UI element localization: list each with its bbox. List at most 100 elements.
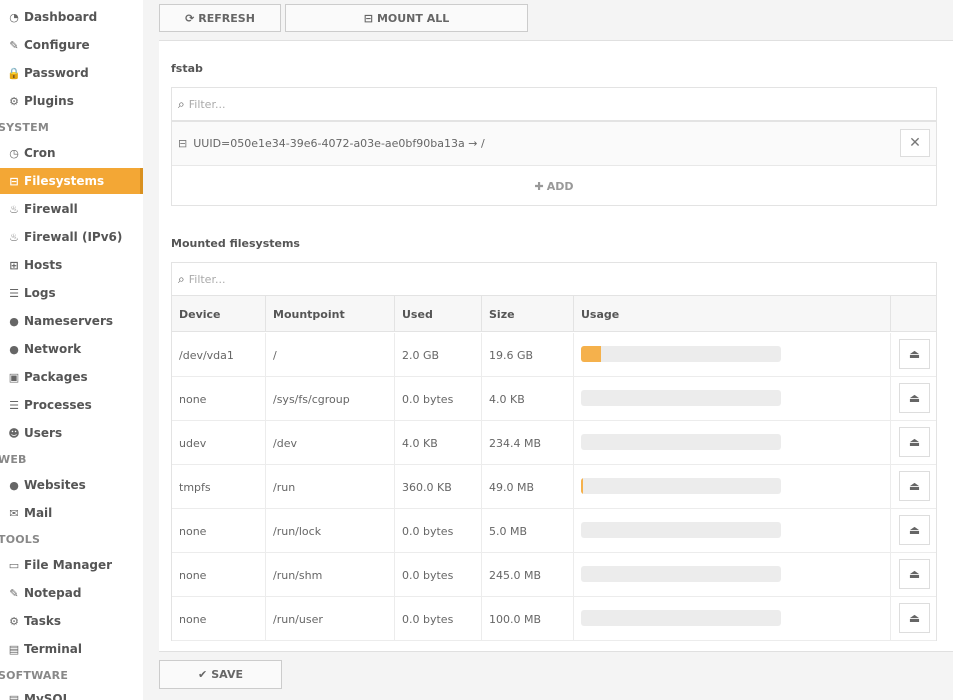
save-button[interactable]: ✔ SAVE	[159, 660, 282, 689]
sidebar-item-hosts[interactable]: ⊞ Hosts	[0, 252, 143, 278]
sidebar-item-mail[interactable]: ✉ Mail	[0, 500, 143, 526]
sidebar-item-label: Notepad	[24, 586, 82, 600]
fstab-filter[interactable]: ⌕	[171, 87, 937, 121]
check-icon: ✔	[198, 668, 208, 681]
sidebar-item-label: Firewall (IPv6)	[24, 230, 123, 244]
table-row: /dev/vda1/2.0 GB 19.6 GB ⏏	[172, 333, 936, 377]
sidebar-item-label: MySQL	[24, 692, 71, 700]
database-icon: ▤	[8, 692, 20, 700]
usage-bar	[581, 390, 781, 406]
fire-icon: ♨	[9, 202, 19, 216]
cell-used: 0.0 bytes	[395, 509, 482, 553]
sidebar-item-label: Filesystems	[24, 174, 105, 188]
envelope-icon: ✉	[9, 506, 19, 520]
mounted-filter[interactable]: ⌕	[171, 262, 937, 296]
sidebar-item-filesystems[interactable]: ⊟ Filesystems	[0, 168, 143, 194]
list-icon: ☰	[9, 398, 19, 412]
unmount-button[interactable]: ⏏	[899, 427, 930, 457]
usage-bar	[581, 434, 781, 450]
column-header-usage[interactable]: Usage	[574, 296, 891, 332]
sidebar-item-tasks[interactable]: ⚙ Tasks	[0, 608, 143, 634]
eject-icon: ⏏	[908, 479, 921, 493]
sidebar-item-dashboard[interactable]: ◔ Dashboard	[0, 4, 143, 30]
sidebar-item-logs[interactable]: ☰ Logs	[0, 280, 143, 306]
close-icon: ✕	[909, 135, 921, 151]
cell-size: 234.4 MB	[482, 421, 574, 465]
terminal-icon: ▤	[8, 642, 20, 656]
sidebar-item-firewall-ipv6[interactable]: ♨ Firewall (IPv6)	[0, 224, 143, 250]
sidebar-item-terminal[interactable]: ▤ Terminal	[0, 636, 143, 662]
remove-entry-button[interactable]: ✕	[900, 129, 930, 157]
usage-bar	[581, 346, 781, 362]
mounted-filter-input[interactable]	[188, 272, 889, 286]
save-label: SAVE	[211, 668, 243, 681]
unmount-button[interactable]: ⏏	[899, 559, 930, 589]
cell-mountpoint: /sys/fs/cgroup	[266, 377, 395, 421]
table-row: none/run/user 0.0 bytes 100.0 MB ⏏	[172, 597, 936, 641]
sitemap-icon: ⊞	[9, 258, 19, 272]
column-header-mountpoint[interactable]: Mountpoint	[266, 296, 395, 332]
eject-icon: ⏏	[908, 435, 921, 449]
unmount-button[interactable]: ⏏	[899, 383, 930, 413]
column-header-device[interactable]: Device	[172, 296, 266, 332]
sidebar-item-label: Network	[24, 342, 82, 356]
column-header-actions	[891, 296, 936, 332]
sidebar-item-processes[interactable]: ☰ Processes	[0, 392, 143, 418]
sidebar-item-file-manager[interactable]: ▭ File Manager	[0, 552, 143, 578]
mounted-table: Device Mountpoint Used Size Usage /dev/vda1/…	[171, 295, 937, 641]
cell-used: 0.0 bytes	[395, 377, 482, 421]
gears-icon: ⚙	[9, 94, 19, 108]
sidebar-item-label: Hosts	[24, 258, 63, 272]
unmount-button[interactable]: ⏏	[899, 603, 930, 633]
sidebar-item-notepad[interactable]: ✎ Notepad	[0, 580, 143, 606]
usage-bar-fill	[581, 478, 583, 494]
sidebar-item-cron[interactable]: ◷ Cron	[0, 140, 143, 166]
sidebar-item-packages[interactable]: ▣ Packages	[0, 364, 143, 390]
sidebar-item-configure[interactable]: ✎ Configure	[0, 32, 143, 58]
sidebar-item-label: Packages	[24, 370, 88, 384]
cell-mountpoint: /run/user	[266, 597, 395, 641]
sidebar-item-label: Users	[24, 426, 63, 440]
usage-bar	[581, 610, 781, 626]
sidebar-item-plugins[interactable]: ⚙ Plugins	[0, 88, 143, 114]
sidebar-item-firewall[interactable]: ♨ Firewall	[0, 196, 143, 222]
search-icon: ⌕	[178, 271, 185, 286]
cell-used: 0.0 bytes	[395, 597, 482, 641]
sidebar-item-websites[interactable]: ● Websites	[0, 472, 143, 498]
add-label: ADD	[546, 179, 574, 193]
sidebar-item-label: Configure	[24, 38, 90, 52]
search-icon: ⌕	[178, 96, 185, 111]
usage-bar	[581, 522, 781, 538]
folder-open-icon: ▭	[8, 558, 20, 572]
column-header-size[interactable]: Size	[482, 296, 574, 332]
sidebar-item-label: Processes	[24, 398, 92, 412]
mount-all-button[interactable]: ⊟ MOUNT ALL	[285, 4, 528, 32]
cell-size: 5.0 MB	[482, 509, 574, 553]
sidebar-item-mysql[interactable]: ▤ MySQL	[0, 686, 143, 700]
add-entry-button[interactable]: ✚ ADD	[172, 166, 936, 206]
usage-bar	[581, 478, 781, 494]
unmount-button[interactable]: ⏏	[899, 339, 930, 369]
sidebar-item-users[interactable]: ☻ Users	[0, 420, 143, 446]
eject-icon: ⏏	[908, 347, 921, 361]
hdd-icon: ⊟	[363, 11, 373, 25]
fstab-entry[interactable]: ⊟ UUID=050e1e34-39e6-4072-a03e-ae0bf90ba…	[172, 122, 936, 166]
sidebar-item-label: Tasks	[24, 614, 62, 628]
cell-mountpoint: /	[266, 333, 395, 377]
column-header-used[interactable]: Used	[395, 296, 482, 332]
cell-mountpoint: /dev	[266, 421, 395, 465]
unmount-button[interactable]: ⏏	[899, 515, 930, 545]
sidebar-item-nameservers[interactable]: ● Nameservers	[0, 308, 143, 334]
sidebar-section-web: WEB	[0, 453, 27, 466]
cell-device: none	[172, 377, 266, 421]
sidebar-item-label: Logs	[24, 286, 56, 300]
cell-size: 49.0 MB	[482, 465, 574, 509]
sidebar-item-network[interactable]: ● Network	[0, 336, 143, 362]
unmount-button[interactable]: ⏏	[899, 471, 930, 501]
sidebar-item-password[interactable]: 🔒 Password	[0, 60, 143, 86]
refresh-button[interactable]: ⟳ REFRESH	[159, 4, 281, 32]
gear-icon: ⚙	[9, 614, 19, 628]
cell-used: 2.0 GB	[395, 333, 482, 377]
dashboard-icon: ◔	[9, 10, 19, 24]
fstab-filter-input[interactable]	[188, 97, 889, 111]
